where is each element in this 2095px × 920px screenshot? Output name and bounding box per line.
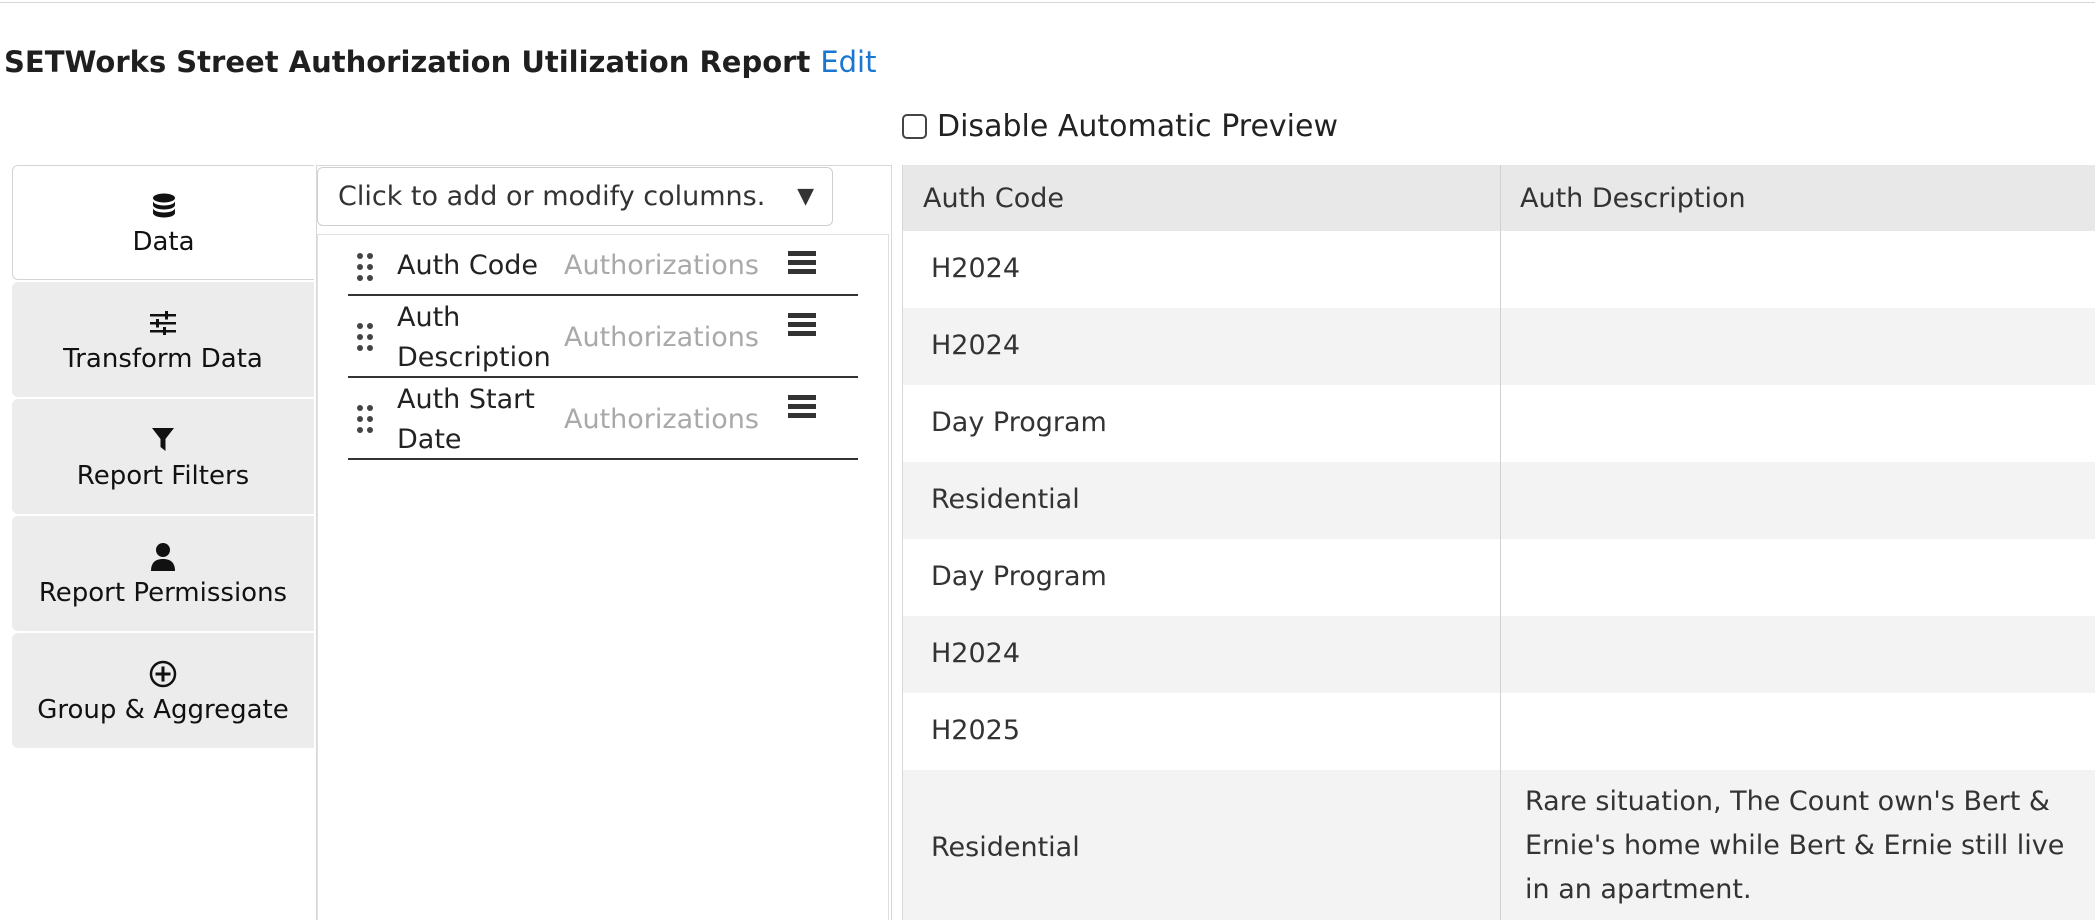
person-icon bbox=[150, 540, 176, 574]
column-row-auth-start-date[interactable]: Auth Start Date Authorizations bbox=[348, 380, 858, 460]
report-builder-tabs: Data Transform Data Report Filters Repor… bbox=[12, 165, 314, 750]
cell-auth-code: Residential bbox=[931, 832, 1080, 863]
column-menu-icon[interactable] bbox=[788, 313, 818, 339]
column-menu-icon[interactable] bbox=[788, 395, 818, 421]
column-source-table: Authorizations bbox=[564, 404, 759, 435]
sliders-icon bbox=[149, 306, 177, 340]
cell-auth-code: Residential bbox=[931, 484, 1080, 515]
cell-auth-code: H2024 bbox=[931, 330, 1021, 361]
tab-group-aggregate[interactable]: Group & Aggregate bbox=[12, 633, 314, 748]
tab-report-filters-label: Report Filters bbox=[76, 460, 250, 491]
cell-auth-code: Day Program bbox=[931, 561, 1107, 592]
column-picker-placeholder: Click to add or modify columns. bbox=[338, 181, 766, 212]
column-row-auth-code[interactable]: Auth Code Authorizations bbox=[348, 240, 858, 296]
report-title: SETWorks Street Authorization Utilizatio… bbox=[4, 45, 811, 79]
cell-auth-code: H2025 bbox=[931, 715, 1021, 746]
report-title-bar: SETWorks Street Authorization Utilizatio… bbox=[4, 40, 877, 84]
column-name: Auth Description bbox=[397, 302, 551, 373]
tab-report-permissions[interactable]: Report Permissions bbox=[12, 516, 314, 631]
table-row: Residential bbox=[903, 462, 2095, 539]
chevron-down-icon: ▼ bbox=[797, 184, 814, 209]
tab-data-label: Data bbox=[132, 226, 195, 257]
cell-auth-code: H2024 bbox=[931, 253, 1021, 284]
header-auth-description[interactable]: Auth Description bbox=[1500, 165, 1746, 231]
disable-preview-label: Disable Automatic Preview bbox=[937, 108, 1338, 144]
tab-group-aggregate-label: Group & Aggregate bbox=[37, 694, 289, 725]
column-row-auth-description[interactable]: Auth Description Authorizations bbox=[348, 298, 858, 378]
disable-preview-toggle[interactable]: Disable Automatic Preview bbox=[902, 106, 1338, 146]
table-row: Day Program bbox=[903, 539, 2095, 616]
table-row: H2025 bbox=[903, 693, 2095, 770]
column-divider bbox=[1500, 165, 1501, 920]
tab-data[interactable]: Data bbox=[12, 165, 314, 280]
drag-handle-icon[interactable] bbox=[356, 322, 374, 352]
plus-circle-icon bbox=[149, 657, 177, 691]
database-icon bbox=[152, 189, 176, 223]
disable-preview-checkbox[interactable] bbox=[902, 113, 927, 139]
drag-handle-icon[interactable] bbox=[356, 252, 374, 282]
column-menu-icon[interactable] bbox=[788, 251, 818, 277]
column-name: Auth Code bbox=[397, 250, 538, 281]
tab-transform-data-label: Transform Data bbox=[63, 343, 263, 374]
header-auth-code[interactable]: Auth Code bbox=[903, 165, 1064, 231]
cell-auth-description: Rare situation, The Count own's Bert & E… bbox=[1525, 786, 2065, 905]
column-source-table: Authorizations bbox=[564, 322, 759, 353]
filter-icon bbox=[151, 423, 175, 457]
table-row: H2024 bbox=[903, 231, 2095, 308]
tab-transform-data[interactable]: Transform Data bbox=[12, 282, 314, 397]
drag-handle-icon[interactable] bbox=[356, 404, 374, 434]
table-header: Auth Code Auth Description bbox=[903, 165, 2095, 231]
table-row: Residential Rare situation, The Count ow… bbox=[903, 770, 2095, 920]
cell-auth-code: Day Program bbox=[931, 407, 1107, 438]
top-divider bbox=[0, 2, 2095, 3]
table-row: H2024 bbox=[903, 616, 2095, 693]
column-source-table: Authorizations bbox=[564, 250, 759, 281]
table-row: H2024 bbox=[903, 308, 2095, 385]
table-row: Day Program bbox=[903, 385, 2095, 462]
cell-auth-code: H2024 bbox=[931, 638, 1021, 669]
report-preview-table: Auth Code Auth Description H2024 H2024 D… bbox=[902, 165, 2095, 920]
tab-report-filters[interactable]: Report Filters bbox=[12, 399, 314, 514]
tab-report-permissions-label: Report Permissions bbox=[38, 577, 288, 608]
column-picker-dropdown[interactable]: Click to add or modify columns. ▼ bbox=[317, 167, 833, 226]
column-name: Auth Start Date bbox=[397, 384, 535, 455]
edit-title-link[interactable]: Edit bbox=[820, 45, 876, 79]
